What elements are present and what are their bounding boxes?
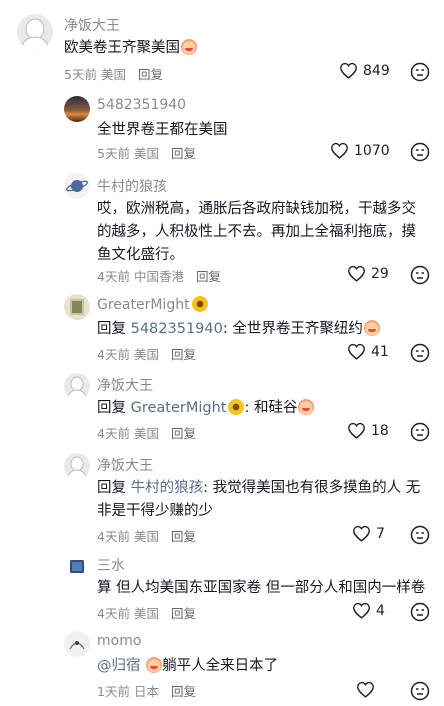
comment-item: 净饭大王 欧美卷王齐聚美国 5天前 美国 回复 849 [0,0,444,92]
reply-button[interactable]: 回复 [171,684,196,699]
comment-item: momo @归宿 躺平人全来日本了 1天前 日本 回复 [0,628,444,706]
comment-text: @归宿 躺平人全来日本了 [97,657,279,674]
heart-outline-icon [348,265,365,282]
avatar[interactable] [64,373,90,399]
like-count: 4 [376,602,385,619]
unamused-face-icon[interactable] [410,525,430,545]
unamused-face-icon[interactable] [410,265,430,285]
comment-text: 回复 5482351940: 全世界卷王齐聚纽约 [97,318,380,341]
username[interactable]: 净饭大王 [64,15,120,35]
avatar[interactable] [64,631,90,657]
like-count: 29 [371,265,389,282]
unamused-face-icon[interactable] [410,62,430,82]
like-count: 41 [371,343,389,360]
emoji-icon [298,399,315,415]
avatar[interactable] [64,453,90,479]
comment-meta: 4天前 美国 回复 [97,347,196,362]
heart-outline-icon [331,142,348,159]
comment-item: 牛村的狼孩 哎，欧洲税高，通胀后各政府缺钱加税，干越多交的越多，人积极性上不去。… [0,172,444,292]
reply-button[interactable]: 回复 [171,606,196,621]
avatar[interactable] [64,554,90,580]
like-button[interactable]: 18 [347,422,389,439]
comment-meta: 4天前 美国 回复 [97,426,196,441]
heart-outline-icon [348,422,365,439]
sunflower-icon [228,399,245,415]
comment-item: 净饭大王 回复 牛村的狼孩: 我觉得美国也有很多摸鱼的人 无非是干得少赚的少 4… [0,450,444,550]
unamused-face-icon[interactable] [410,602,430,622]
username[interactable]: 5482351940 [97,97,186,113]
username[interactable]: 净饭大王 [97,455,153,475]
like-count: 849 [363,62,390,79]
like-button[interactable]: 1070 [330,142,390,159]
comment-meta: 5天前 美国 回复 [97,146,196,161]
comment-meta: 1天前 日本 回复 [97,684,196,699]
sunflower-icon [191,296,208,312]
heart-outline-icon [353,602,370,619]
comment-item: 三水 算 但人均美国东亚国家卷 但一部分人和国内一样卷 4天前 美国 回复 4 [0,550,444,628]
username[interactable]: momo [97,633,141,649]
mention-link[interactable]: @归宿 [97,658,141,674]
comment-text: 回复 牛村的狼孩: 我觉得美国也有很多摸鱼的人 无非是干得少赚的少 [97,480,421,519]
like-button[interactable]: 7 [352,525,385,542]
like-button[interactable]: 41 [347,343,389,360]
comment-meta: 4天前 美国 回复 [97,529,196,544]
username[interactable]: 牛村的狼孩 [97,176,167,196]
comment-item: 净饭大王 回复 GreaterMight: 和硅谷 4天前 美国 回复 18 [0,370,444,450]
mention-link[interactable]: GreaterMight [131,400,227,416]
username[interactable]: 净饭大王 [97,375,153,395]
comment-meta: 4天前 中国香港 回复 [97,269,221,284]
like-button[interactable]: 29 [347,265,389,282]
like-count: 1070 [354,142,390,159]
reply-button[interactable]: 回复 [196,269,221,284]
like-button[interactable]: 4 [352,602,385,619]
heart-outline-icon [340,62,357,79]
username[interactable]: GreaterMight [97,296,208,313]
reply-button[interactable]: 回复 [171,426,196,441]
comment-meta: 5天前 美国 回复 [64,67,163,82]
comment-item: GreaterMight 回复 5482351940: 全世界卷王齐聚纽约 4天… [0,292,444,370]
avatar[interactable] [64,173,90,199]
comment-text: 哎，欧洲税高，通胀后各政府缺钱加税，干越多交的越多，人积极性上不去。再加上全福利… [97,201,416,263]
heart-outline-icon [357,681,374,698]
reply-button[interactable]: 回复 [171,146,196,161]
like-count: 7 [376,525,385,542]
comment-text: 欧美卷王齐聚美国 [64,37,197,60]
unamused-face-icon[interactable] [410,142,430,162]
reply-button[interactable]: 回复 [171,529,196,544]
emoji-icon [146,657,163,673]
comment-text: 回复 GreaterMight: 和硅谷 [97,397,315,420]
like-count: 18 [371,422,389,439]
reply-button[interactable]: 回复 [171,347,196,362]
comment-text: 全世界卷王都在美国 [97,122,228,138]
mention-link[interactable]: 牛村的狼孩 [131,480,204,496]
like-button[interactable] [356,681,380,698]
mention-link[interactable]: 5482351940 [131,321,223,337]
unamused-face-icon[interactable] [410,681,430,701]
emoji-icon [363,320,380,336]
reply-button[interactable]: 回复 [138,67,163,82]
avatar[interactable] [64,96,90,122]
heart-outline-icon [353,525,370,542]
comment-meta: 4天前 美国 回复 [97,606,196,621]
heart-outline-icon [348,343,365,360]
avatar[interactable] [64,294,90,320]
unamused-face-icon[interactable] [410,343,430,363]
comment-item: 5482351940 全世界卷王都在美国 5天前 美国 回复 1070 [0,92,444,172]
emoji-icon [181,39,197,55]
unamused-face-icon[interactable] [410,422,430,442]
avatar[interactable] [17,14,53,50]
username[interactable]: 三水 [97,555,125,575]
comment-text: 算 但人均美国东亚国家卷 但一部分人和国内一样卷 [97,580,426,596]
like-button[interactable]: 849 [339,62,390,79]
